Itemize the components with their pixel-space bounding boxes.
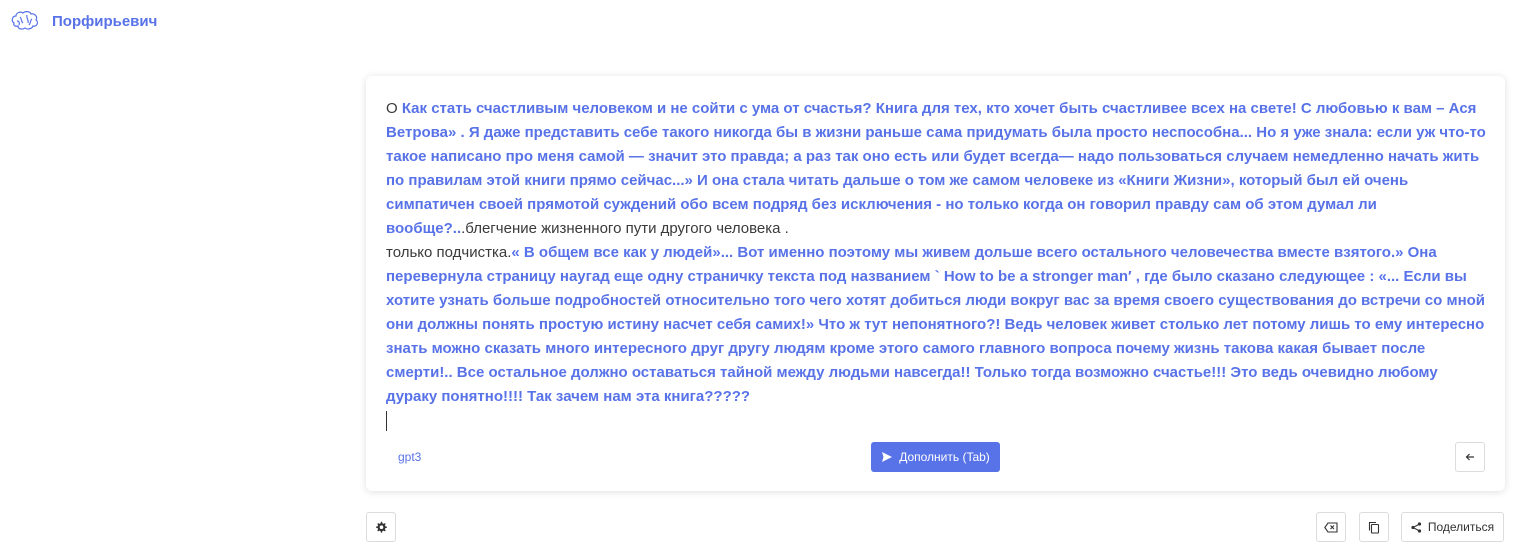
text-editor[interactable]: О Как стать счастливым человеком и не со… [386, 97, 1486, 433]
complete-button-label: Дополнить (Tab) [899, 450, 990, 464]
brain-icon[interactable] [10, 7, 40, 35]
backspace-icon [1324, 521, 1338, 533]
editor-card: О Как стать счастливым человеком и не со… [366, 76, 1505, 491]
arrow-left-icon [1465, 453, 1474, 461]
copy-icon [1368, 521, 1380, 534]
undo-button[interactable] [1455, 442, 1485, 472]
app-header: Порфирьевич [10, 6, 157, 36]
generated-text: Как стать счастливым человеком и не сойт… [386, 100, 1486, 237]
copy-button[interactable] [1359, 512, 1389, 542]
share-icon [1411, 521, 1421, 533]
user-text: О [386, 100, 402, 117]
share-button-label: Поделиться [1427, 520, 1495, 534]
gear-icon [376, 521, 387, 533]
user-text: блегчение жизненного пути другого челове… [465, 220, 789, 237]
complete-button[interactable]: Дополнить (Tab) [871, 442, 1000, 472]
share-button[interactable]: Поделиться [1401, 512, 1504, 542]
clear-button[interactable] [1316, 512, 1346, 542]
text-cursor [386, 411, 387, 432]
model-selector[interactable]: gpt3 [398, 450, 421, 464]
generated-text: « В общем все как у людей»... Вот именно… [386, 244, 1486, 405]
send-icon [882, 452, 893, 462]
app-title[interactable]: Порфирьевич [52, 13, 157, 30]
settings-button[interactable] [366, 512, 396, 542]
user-text: только подчистка. [386, 244, 512, 261]
